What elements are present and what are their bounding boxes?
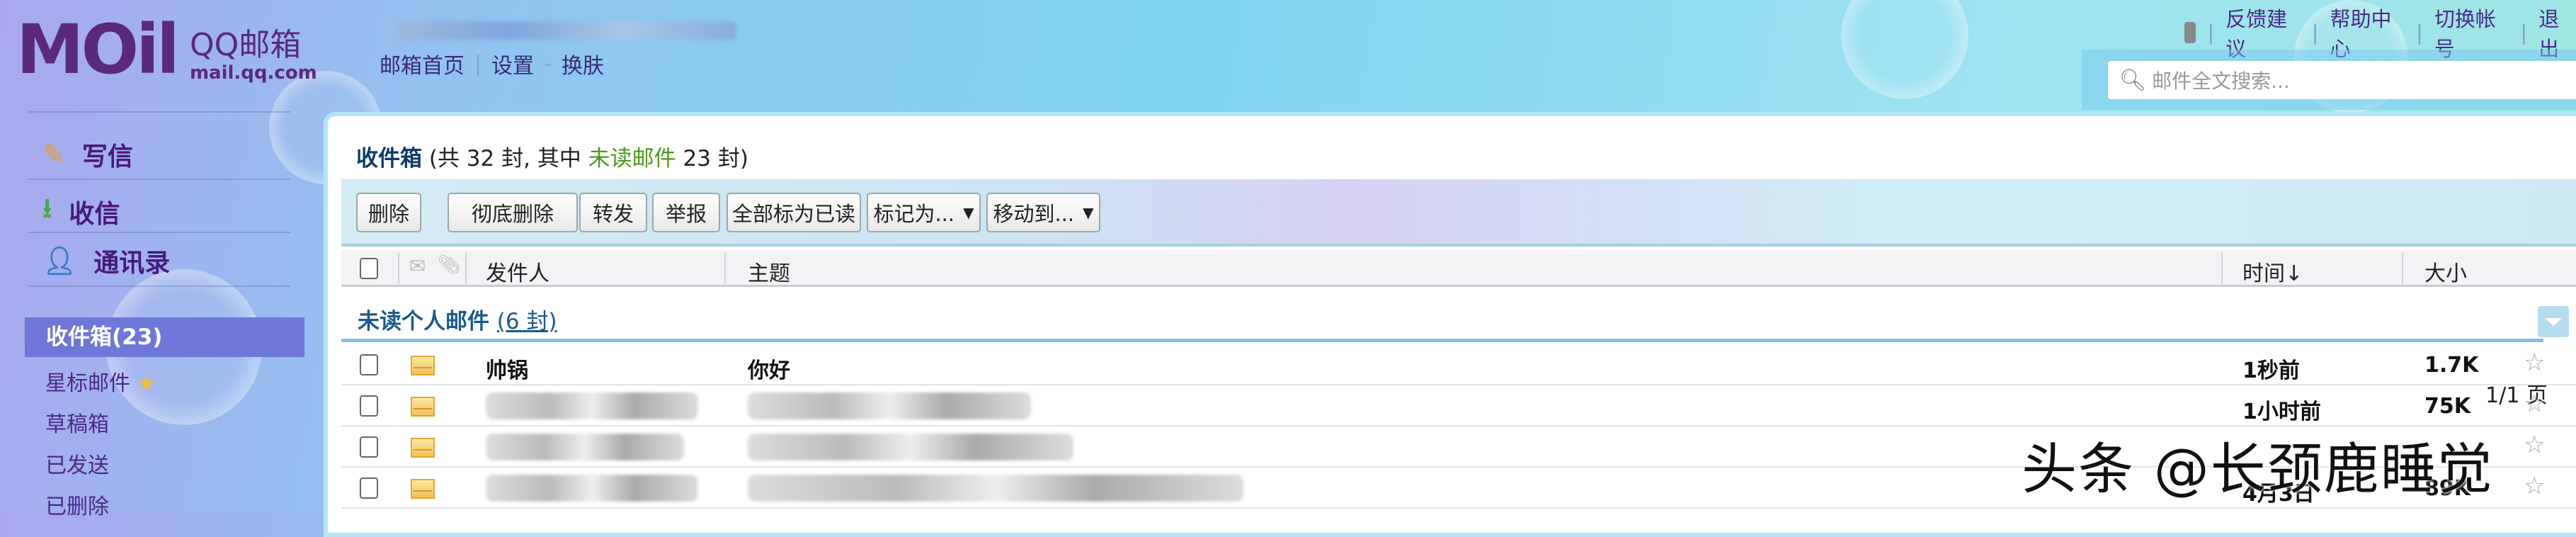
row-time: 1秒前 bbox=[2242, 358, 2300, 383]
star-icon: ★ bbox=[137, 371, 156, 396]
contacts-button[interactable]: 👤︎ 通讯录 bbox=[42, 242, 170, 279]
divider: | bbox=[474, 51, 482, 77]
chevron-down-icon: ▼ bbox=[963, 204, 974, 221]
column-size[interactable]: 大小 bbox=[2424, 256, 2467, 287]
folder-drafts[interactable]: 草稿箱 bbox=[45, 407, 109, 438]
redacted-subject bbox=[748, 434, 1073, 460]
row-time: 1小时前 bbox=[2242, 400, 2321, 424]
table-row[interactable]: 1小时前 75K ☆ bbox=[341, 385, 2576, 426]
select-all-checkbox[interactable] bbox=[360, 258, 378, 279]
table-row[interactable]: 帅锅 你好 1秒前 1.7K ☆ bbox=[341, 344, 2576, 385]
logo-url: mail.qq.com bbox=[189, 62, 317, 84]
column-time[interactable]: 时间↓ bbox=[2242, 256, 2303, 287]
contacts-label: 通讯录 bbox=[93, 249, 171, 278]
report-button[interactable]: 举报 bbox=[652, 193, 720, 232]
group-header: 未读个人邮件 (6 封) bbox=[358, 303, 557, 335]
mark-all-read-button[interactable]: 全部标为已读 bbox=[726, 193, 861, 232]
row-checkbox[interactable] bbox=[360, 436, 378, 458]
receive-label: 收信 bbox=[69, 199, 120, 229]
chevron-down-icon: ▼ bbox=[1083, 204, 1094, 221]
group-divider bbox=[341, 339, 2543, 342]
move-to-dropdown[interactable]: 移动到... ▼ bbox=[986, 193, 1100, 232]
inbox-title: 收件箱 (共 32 封, 其中 未读邮件 23 封) bbox=[356, 140, 748, 172]
receive-button[interactable]: ⭳ 收信 bbox=[42, 188, 120, 234]
row-size: 1.7K bbox=[2424, 353, 2479, 378]
group-count-link[interactable]: (6 封) bbox=[497, 309, 557, 334]
account-name-redacted bbox=[397, 21, 736, 40]
star-icon[interactable]: ☆ bbox=[2524, 472, 2545, 500]
group-title: 未读个人邮件 bbox=[358, 309, 489, 334]
unread-envelope-icon bbox=[411, 397, 435, 417]
delete-permanently-button[interactable]: 彻底删除 bbox=[448, 193, 578, 232]
folder-inbox[interactable]: 收件箱(23) bbox=[25, 317, 304, 357]
mark-as-dropdown[interactable]: 标记为... ▼ bbox=[867, 193, 981, 232]
mailbox-home-link[interactable]: 邮箱首页 bbox=[380, 48, 465, 79]
delete-button[interactable]: 删除 bbox=[356, 193, 421, 232]
receive-icon: ⭳ bbox=[42, 193, 52, 224]
star-icon[interactable]: ☆ bbox=[2524, 390, 2545, 418]
search-icon: 🔍︎ bbox=[2119, 67, 2147, 93]
inbox-summary-end: 23 封) bbox=[676, 146, 748, 171]
row-sender: 帅锅 bbox=[486, 358, 528, 383]
compose-button[interactable]: ✎ 写信 bbox=[42, 136, 133, 173]
row-checkbox[interactable] bbox=[360, 354, 378, 375]
inbox-summary: (共 32 封, 其中 bbox=[428, 146, 588, 171]
divider: - bbox=[544, 51, 552, 77]
row-checkbox[interactable] bbox=[360, 477, 378, 499]
settings-link[interactable]: 设置 bbox=[491, 48, 534, 79]
unread-envelope-icon bbox=[411, 479, 435, 499]
move-to-label: 移动到... bbox=[993, 202, 1075, 226]
unread-mail-link[interactable]: 未读邮件 bbox=[588, 146, 676, 171]
unread-envelope-icon bbox=[411, 438, 435, 458]
column-subject[interactable]: 主题 bbox=[748, 256, 790, 287]
mobile-icon[interactable] bbox=[2184, 22, 2196, 43]
watermark: 头条 @长颈鹿睡觉 bbox=[2022, 438, 2494, 502]
compose-icon: ✎ bbox=[42, 139, 65, 170]
logo-cn: QQ邮箱 bbox=[189, 26, 302, 63]
inbox-name: 收件箱 bbox=[356, 146, 422, 171]
redacted-sender bbox=[486, 475, 698, 502]
compose-label: 写信 bbox=[81, 142, 133, 171]
redacted-sender bbox=[486, 434, 684, 460]
folder-starred-label: 星标邮件 bbox=[45, 371, 130, 396]
mail-icon: ✉ bbox=[409, 254, 426, 278]
logo-word: MOil bbox=[16, 10, 180, 89]
row-subject: 你好 bbox=[748, 358, 790, 383]
attachment-icon: 📎︎ bbox=[438, 254, 462, 276]
row-checkbox[interactable] bbox=[360, 395, 378, 417]
top-nav: 邮箱首页 | 设置 - 换肤 bbox=[380, 48, 604, 79]
row-size: 75K bbox=[2424, 394, 2470, 419]
redacted-sender bbox=[486, 392, 698, 419]
collapse-group-button[interactable] bbox=[2538, 306, 2569, 337]
forward-button[interactable]: 转发 bbox=[579, 193, 647, 232]
star-icon[interactable]: ☆ bbox=[2524, 349, 2545, 377]
redacted-subject bbox=[748, 392, 1031, 419]
search-input[interactable]: 🔍︎ 邮件全文搜索... bbox=[2108, 61, 2576, 99]
qq-mail-logo[interactable]: MOil QQ邮箱 mail.qq.com bbox=[16, 16, 317, 84]
mark-as-label: 标记为... bbox=[873, 202, 955, 226]
column-sender[interactable]: 发件人 bbox=[486, 256, 549, 287]
table-header: ✉ 📎︎ 发件人 主题 时间↓ 大小 bbox=[341, 250, 2576, 287]
star-icon[interactable]: ☆ bbox=[2524, 431, 2545, 459]
unread-envelope-icon bbox=[411, 356, 435, 375]
folder-starred[interactable]: 星标邮件 ★ bbox=[45, 366, 156, 397]
folder-sent[interactable]: 已发送 bbox=[45, 448, 109, 479]
bg-bubble bbox=[1841, 0, 1968, 99]
folder-deleted[interactable]: 已删除 bbox=[45, 489, 109, 520]
skin-link[interactable]: 换肤 bbox=[562, 48, 604, 79]
search-placeholder: 邮件全文搜索... bbox=[2152, 69, 2290, 93]
contacts-icon: 👤︎ bbox=[42, 244, 77, 276]
redacted-subject bbox=[748, 475, 1243, 502]
